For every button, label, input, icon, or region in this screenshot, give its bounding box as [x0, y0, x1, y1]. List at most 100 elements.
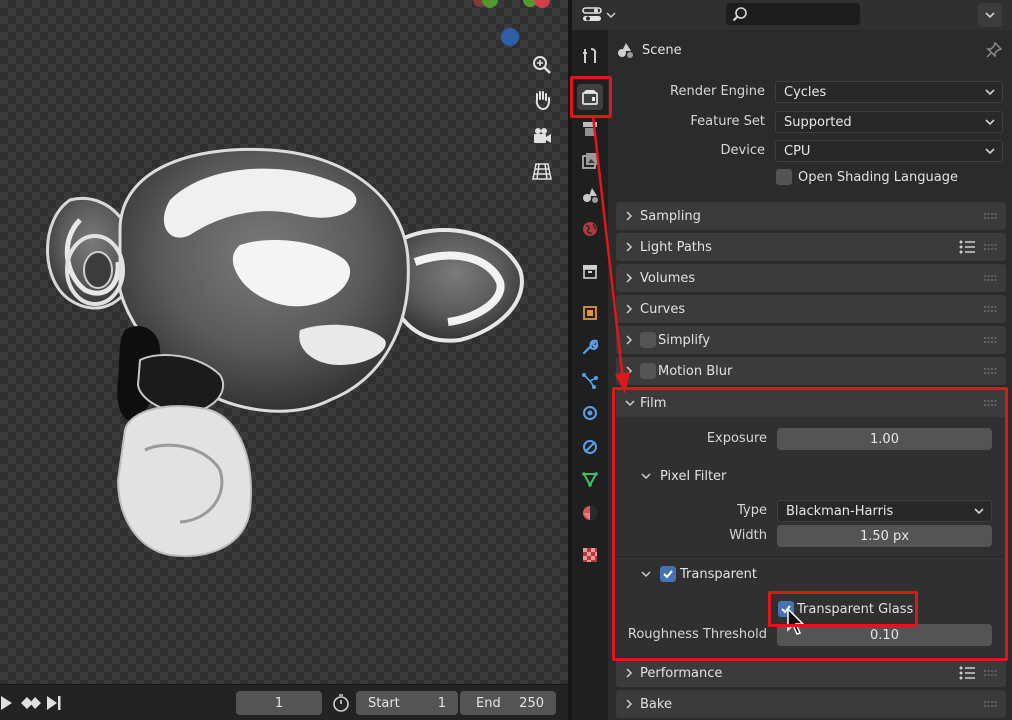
drag-grip-icon[interactable]	[984, 244, 998, 250]
device-value: CPU	[784, 143, 811, 159]
panel-bake-title: Bake	[640, 696, 672, 712]
timeline-bar: 1 Start 1 End 250	[0, 684, 568, 720]
roughness-threshold-field[interactable]: 0.10	[777, 624, 992, 646]
tab-texture[interactable]	[577, 542, 603, 568]
filter-type-value: Blackman-Harris	[786, 503, 894, 519]
feature-set-dropdown[interactable]: Supported	[775, 111, 1003, 133]
drag-grip-icon[interactable]	[984, 368, 998, 374]
tab-data[interactable]	[577, 466, 603, 492]
render-engine-label: Render Engine	[670, 84, 765, 99]
camera-view-icon[interactable]	[527, 121, 557, 151]
chevron-down-icon	[985, 89, 995, 96]
transparent-glass-label: Transparent Glass	[797, 601, 914, 617]
filter-width-value: 1.50 px	[859, 528, 910, 544]
filter-width-label: Width	[729, 528, 767, 543]
render-icon	[582, 90, 598, 105]
search-input[interactable]	[726, 3, 860, 25]
filter-type-label: Type	[737, 503, 767, 518]
end-label: End	[476, 695, 501, 711]
panel-sampling[interactable]: Sampling	[616, 202, 1006, 230]
feature-set-value: Supported	[784, 114, 852, 130]
current-frame-field[interactable]: 1	[236, 691, 322, 715]
jump-keyframe-icon[interactable]	[20, 693, 42, 713]
tool-icon	[583, 48, 597, 63]
mouse-cursor-icon	[787, 608, 805, 635]
3d-viewport[interactable]	[0, 0, 568, 684]
hand-pan-icon[interactable]	[527, 85, 557, 115]
drag-grip-icon[interactable]	[984, 670, 998, 676]
chevron-down-icon	[974, 508, 984, 515]
transparent-subpanel-divider	[616, 556, 1006, 557]
end-frame-field[interactable]: End 250	[460, 691, 556, 715]
context-label: Scene	[642, 42, 682, 58]
scene-icon	[618, 43, 633, 58]
render-properties: Scene Render Engine Cycles Feature Set S…	[608, 30, 1012, 720]
start-frame-field[interactable]: Start 1	[356, 691, 458, 715]
panel-volumes[interactable]: Volumes	[616, 264, 1006, 292]
drag-grip-icon[interactable]	[984, 306, 998, 312]
play-icon[interactable]	[0, 693, 14, 713]
osl-label: Open Shading Language	[798, 169, 958, 185]
perspective-grid-icon[interactable]	[527, 156, 557, 186]
render-engine-value: Cycles	[784, 84, 827, 100]
exposure-value: 1.00	[870, 431, 899, 447]
stopwatch-icon[interactable]	[330, 693, 352, 713]
properties-editor-icon	[582, 7, 602, 21]
device-dropdown[interactable]: CPU	[775, 140, 1003, 162]
panel-performance-title: Performance	[640, 665, 723, 681]
drag-grip-icon[interactable]	[984, 701, 998, 707]
chevron-down-icon	[985, 148, 995, 155]
exposure-field[interactable]: 1.00	[777, 428, 992, 450]
current-frame-value: 1	[274, 695, 284, 711]
transparent-checkbox[interactable]	[660, 566, 676, 582]
roughness-threshold-label: Roughness Threshold	[627, 627, 767, 642]
tab-constraints[interactable]	[577, 434, 603, 460]
filter-width-field[interactable]: 1.50 px	[777, 525, 992, 547]
tab-material[interactable]	[577, 500, 603, 526]
drag-grip-icon[interactable]	[984, 213, 998, 219]
filter-type-dropdown[interactable]: Blackman-Harris	[777, 500, 992, 522]
exposure-label: Exposure	[706, 431, 767, 446]
editor-type-menu[interactable]	[582, 4, 620, 26]
panel-simplify[interactable]: Simplify	[616, 326, 1006, 354]
panel-curves[interactable]: Curves	[616, 295, 1006, 323]
panel-motion-blur[interactable]: Motion Blur	[616, 357, 1006, 385]
panel-bake[interactable]: Bake	[616, 690, 1006, 718]
presets-list-icon[interactable]	[958, 239, 976, 255]
tab-render[interactable]	[577, 84, 603, 110]
pin-icon[interactable]	[986, 42, 1002, 58]
drag-grip-icon[interactable]	[984, 400, 998, 406]
drag-grip-icon[interactable]	[984, 275, 998, 281]
osl-checkbox[interactable]	[776, 169, 792, 185]
start-value: 1	[437, 695, 446, 711]
chevron-down-icon	[985, 12, 995, 19]
panel-performance[interactable]: Performance	[616, 659, 1006, 687]
roughness-threshold-value: 0.10	[870, 627, 899, 643]
zoom-icon[interactable]	[527, 50, 557, 80]
start-label: Start	[368, 695, 400, 711]
panel-motion-blur-title: Motion Blur	[658, 363, 733, 379]
osl-checkbox-row[interactable]: Open Shading Language	[776, 166, 958, 188]
properties-header	[572, 0, 1012, 30]
transparent-subpanel-header[interactable]: Transparent	[640, 563, 757, 585]
navigation-gizmo[interactable]	[462, 0, 562, 52]
tab-tool[interactable]	[577, 43, 603, 69]
chevron-down-icon	[641, 473, 651, 480]
material-icon	[583, 506, 597, 520]
chevron-down-icon	[606, 12, 616, 19]
panel-film[interactable]: Film	[616, 389, 1006, 417]
transparent-label: Transparent	[680, 566, 757, 582]
panel-light-paths-title: Light Paths	[640, 239, 712, 255]
constraints-icon	[583, 440, 597, 454]
render-engine-dropdown[interactable]: Cycles	[775, 81, 1003, 103]
mesh-data-icon	[582, 472, 598, 488]
options-dropdown[interactable]	[978, 3, 1002, 27]
panel-light-paths[interactable]: Light Paths	[616, 233, 1006, 261]
jump-end-icon[interactable]	[46, 693, 62, 713]
presets-list-icon[interactable]	[958, 665, 976, 681]
panel-volumes-title: Volumes	[640, 270, 696, 286]
glass-monkey-render	[46, 147, 524, 557]
pixel-filter-subpanel-header[interactable]: Pixel Filter	[640, 465, 726, 487]
end-value: 250	[519, 695, 544, 711]
drag-grip-icon[interactable]	[984, 337, 998, 343]
